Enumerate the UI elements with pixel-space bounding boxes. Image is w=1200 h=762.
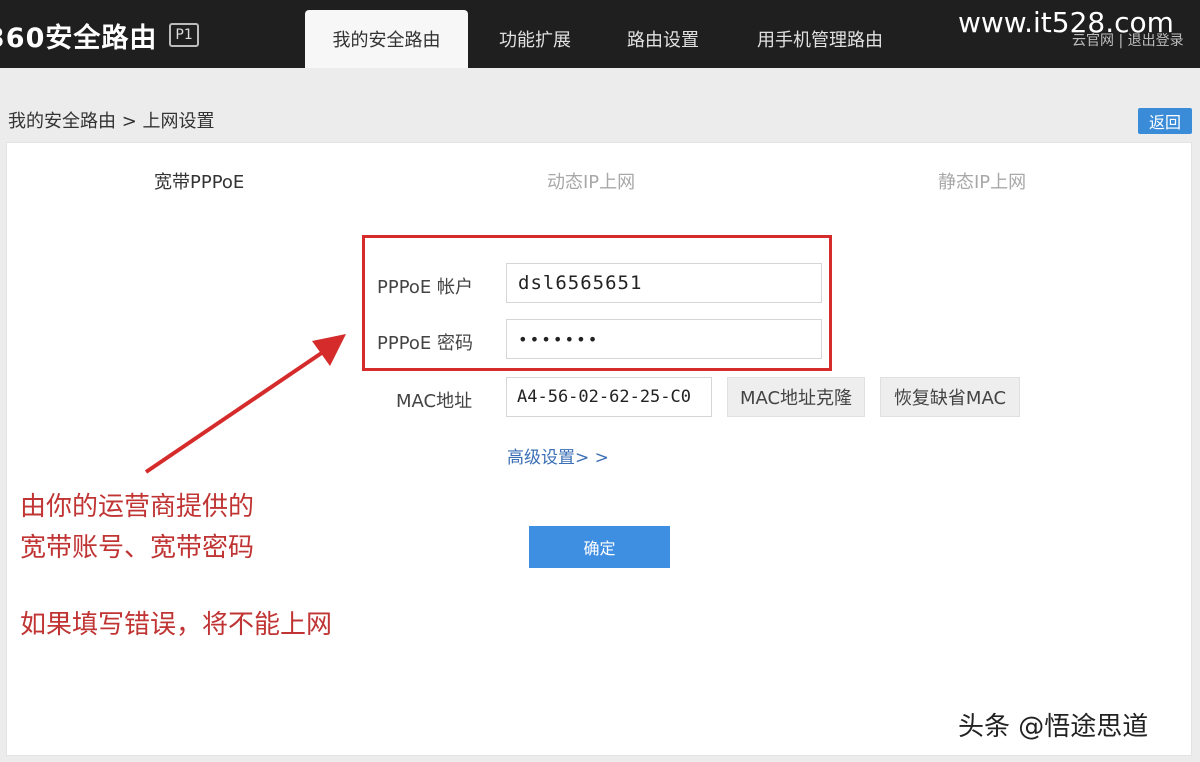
source-credit: 头条 @悟途思道 <box>958 712 1149 742</box>
annotation-arrow-icon <box>144 334 346 474</box>
annotation-line-2: 宽带账号、宽带密码 <box>20 533 255 563</box>
annotation-line-1: 由你的运营商提供的 <box>20 492 255 522</box>
annotation-line-3: 如果填写错误，将不能上网 <box>20 610 333 640</box>
